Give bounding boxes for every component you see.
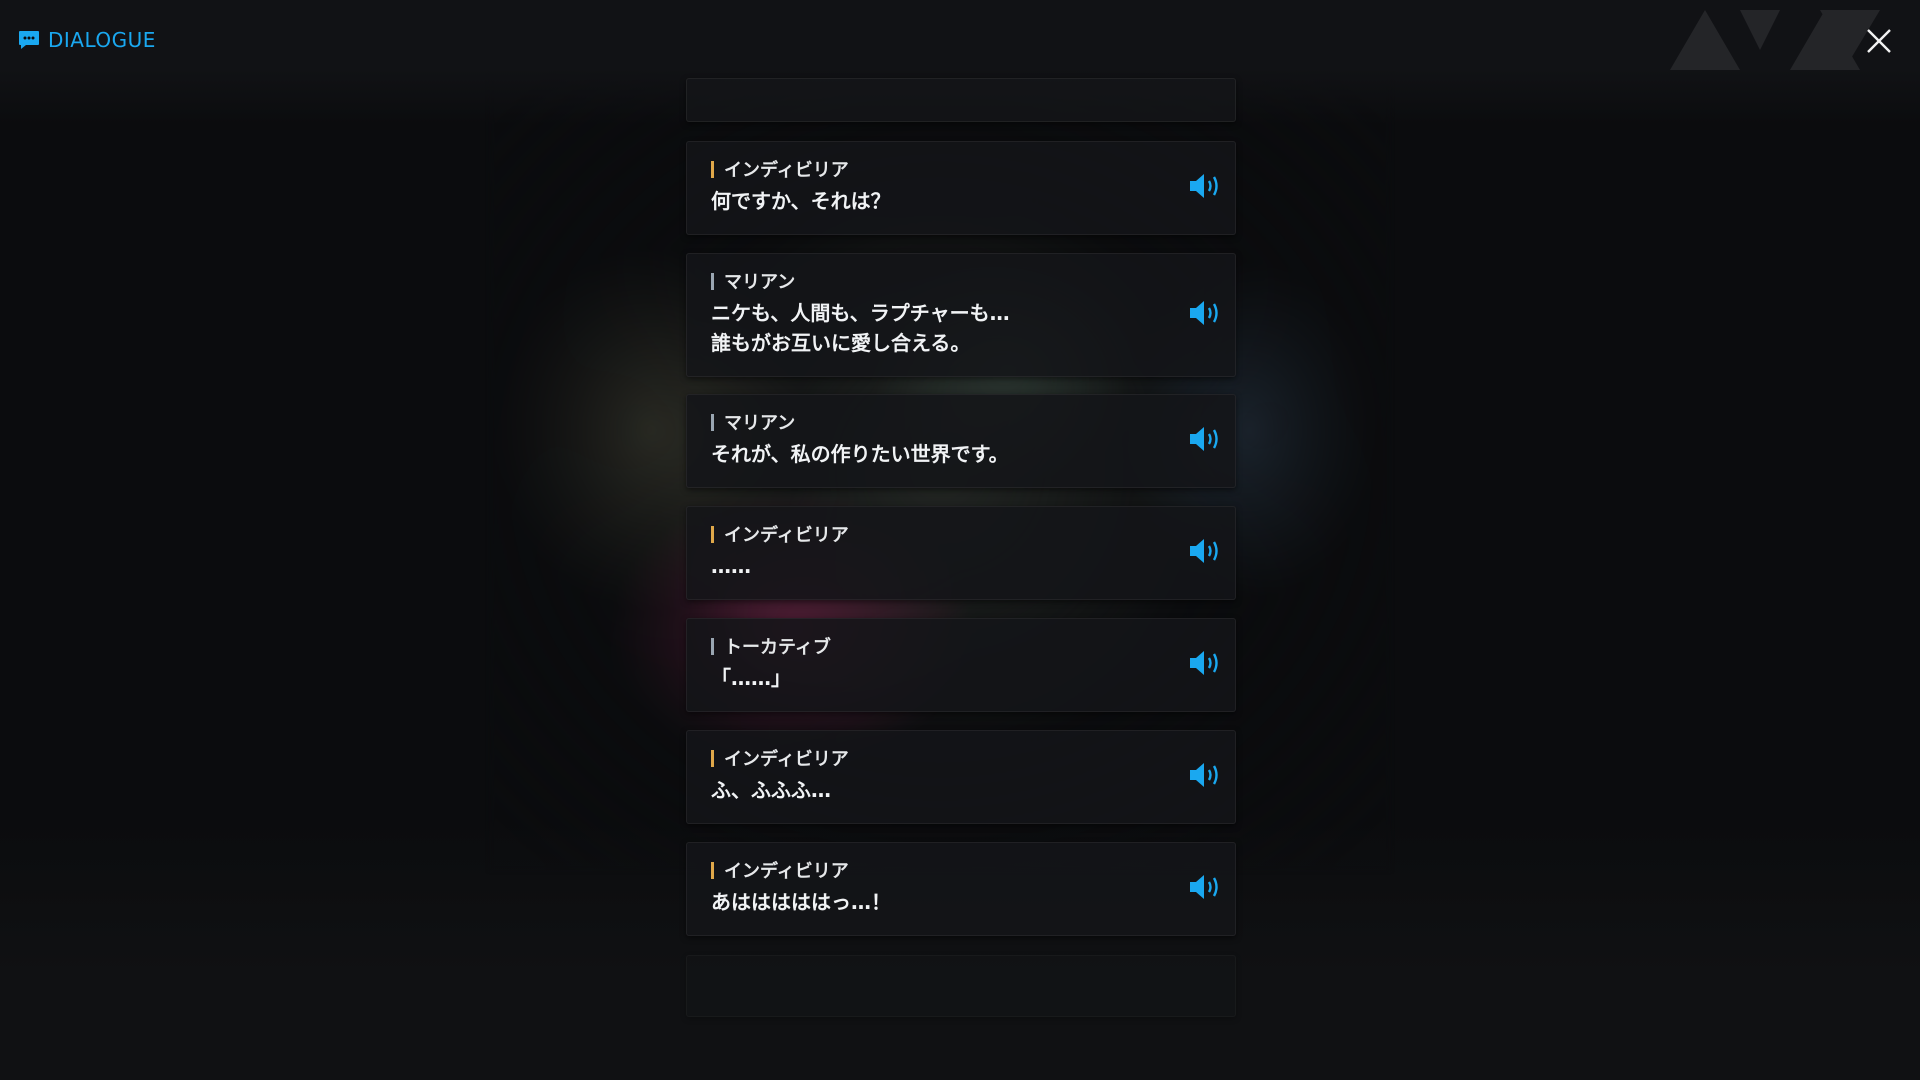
speaker-marker (711, 272, 714, 290)
dialogue-log-list[interactable]: インディビリア 何ですか、それは？ マリアン ニケも、人間も、ラプチャーも… 誰… (686, 0, 1236, 1080)
dialogue-text: 「……」 (711, 666, 791, 690)
speaker-marker (711, 160, 714, 178)
close-icon (1867, 29, 1891, 53)
voice-play-button[interactable] (1187, 423, 1225, 455)
dialogue-entry: マリアン ニケも、人間も、ラプチャーも… 誰もがお互いに愛し合える。 (686, 253, 1236, 377)
decorative-triangles (1670, 10, 1880, 70)
dialogue-entry-partial-top (686, 78, 1236, 122)
speaker-name: マリアン (724, 413, 796, 434)
speaker-name: インディビリア (724, 749, 849, 770)
dialogue-title: DIALOGUE (48, 28, 156, 52)
dialogue-entry: インディビリア 何ですか、それは？ (686, 141, 1236, 235)
voice-play-button[interactable] (1187, 647, 1225, 679)
close-button[interactable] (1862, 24, 1896, 58)
dialogue-text: …… (711, 554, 751, 578)
speaker-icon (1190, 427, 1218, 451)
speaker-name: トーカティブ (724, 637, 831, 658)
speaker-marker (711, 413, 714, 431)
chat-bubble-icon (19, 31, 39, 49)
dialogue-entry-partial-bottom (686, 955, 1236, 1017)
speaker-name: インディビリア (724, 525, 849, 546)
speaker-name: インディビリア (724, 160, 849, 181)
speaker-marker (711, 749, 714, 767)
dialogue-header: DIALOGUE (18, 28, 156, 52)
dialogue-entry: トーカティブ 「……」 (686, 618, 1236, 712)
speaker-marker (711, 637, 714, 655)
speaker-icon (1190, 174, 1218, 198)
dialogue-text: ニケも、人間も、ラプチャーも… 誰もがお互いに愛し合える。 (711, 301, 1010, 355)
dialogue-entry: インディビリア あはははははっ…！ (686, 842, 1236, 936)
dialogue-text: 何ですか、それは？ (711, 189, 891, 213)
voice-play-button[interactable] (1187, 297, 1225, 329)
dialogue-text: それが、私の作りたい世界です。 (711, 442, 1009, 466)
speaker-icon (1190, 875, 1218, 899)
dialogue-entry: インディビリア ふ、ふふふ… (686, 730, 1236, 824)
speaker-marker (711, 861, 714, 879)
speaker-name: マリアン (724, 272, 796, 293)
dialogue-text: あはははははっ…！ (711, 890, 891, 914)
speaker-icon (1190, 301, 1218, 325)
voice-play-button[interactable] (1187, 170, 1225, 202)
voice-play-button[interactable] (1187, 759, 1225, 791)
speaker-icon (1190, 651, 1218, 675)
speaker-name: インディビリア (724, 861, 849, 882)
voice-play-button[interactable] (1187, 871, 1225, 903)
dialogue-text: ふ、ふふふ… (711, 778, 831, 802)
speaker-marker (711, 525, 714, 543)
dialogue-entry: マリアン それが、私の作りたい世界です。 (686, 394, 1236, 488)
speaker-icon (1190, 763, 1218, 787)
speaker-icon (1190, 539, 1218, 563)
dialogue-entry: インディビリア …… (686, 506, 1236, 600)
voice-play-button[interactable] (1187, 535, 1225, 567)
